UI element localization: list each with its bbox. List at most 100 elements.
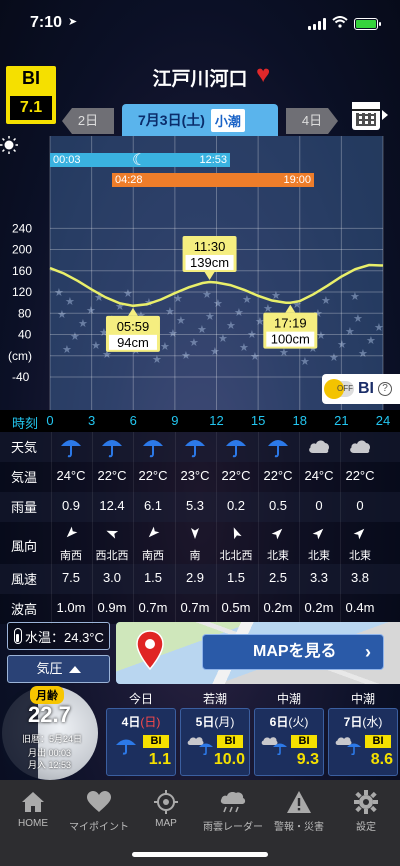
rain-value: 0.2 [226,498,246,513]
wind-arrow-icon [233,527,242,540]
sunrise-time: 04:28 [115,174,143,186]
hour-tick: 6 [129,413,137,428]
hour-tick: 3 [88,413,96,428]
rain-row-label: 雨量 [11,500,38,515]
hour-axis: 時刻 0 3 6 9 12 15 18 21 24 [0,410,400,432]
thermometer-icon [14,628,22,644]
star-decoration: ★ [86,305,96,317]
day-forecast-card[interactable]: 中潮 7日(水) BI 8.6 [328,688,398,780]
weather-row: 天気 [0,432,400,462]
location-arrow-icon: ➤ [68,16,78,28]
hour-tick: 12 [209,413,224,428]
nav-alerts[interactable]: 警報・災害 [266,790,332,833]
wind-speed-value: 1.5 [226,570,246,585]
view-map-button[interactable]: MAPを見る › [202,634,384,670]
star-decoration: ★ [65,296,75,308]
crescent-moon-icon: ☾ [132,152,147,169]
upcoming-days: 今日 4日(日) BI 1.1 若潮 5日(月) BI 10.0 中潮 6日(火) BI 9.3 中潮 7… [106,688,400,780]
y-tick-label: 240 [12,221,32,235]
wind-speed-row: 風速 7.5 3.0 1.5 2.9 1.5 2.5 3.3 3.8 [0,564,400,594]
wind-arrow-icon [191,528,199,539]
home-indicator [132,852,268,857]
nav-mypoint-label: マイポイント [69,822,129,833]
rain-value: 0 [315,498,323,513]
star-decoration: ★ [91,340,101,352]
star-decoration: ★ [337,339,347,351]
weather-row-label: 天気 [11,440,38,455]
temp-value: 22°C [221,468,251,483]
star-decoration: ★ [62,344,72,356]
star-decoration: ★ [213,298,223,310]
hour-tick: 0 [46,413,54,428]
hour-tick: 24 [375,413,391,428]
column-divider [216,432,217,462]
sun-time-bar: 04:28 19:00 [112,173,314,187]
chevron-right-icon: › [365,642,371,662]
next-day-tab[interactable]: 4日 [286,108,338,134]
water-temp-value: 水温：24.3°C [25,629,104,645]
day-bi-value: 10.0 [213,751,245,768]
signal-icon [308,17,326,30]
day-weekday: (日) [140,715,161,729]
bi-toggle-switch[interactable]: OFF [324,379,354,399]
calendar-icon[interactable] [352,102,380,130]
day-forecast-card[interactable]: 中潮 6日(火) BI 9.3 [254,688,324,780]
star-decoration: ★ [353,313,363,325]
cloud-icon [309,440,329,453]
star-decoration: ★ [239,342,249,354]
day-number: 6日 [269,715,289,729]
day-date: 6日(火) [255,713,323,730]
star-decoration: ★ [165,306,175,318]
temp-value: 24°C [56,468,86,483]
wave-value: 0.7m [138,600,168,615]
status-time: 7:10 [30,14,63,31]
column-divider [340,432,341,462]
wave-value: 0.2m [304,600,334,615]
help-icon[interactable]: ? [378,382,392,396]
nav-settings[interactable]: 設定 [333,790,399,833]
day-bi-value: 1.1 [148,751,171,768]
wind-arrow-icon [271,528,283,540]
hour-tick: 18 [292,413,307,428]
hour-tick: 15 [250,413,266,428]
annotation-time: 11:30 [194,239,226,254]
column-divider [133,432,134,462]
column-divider [92,432,93,462]
nav-rain-radar[interactable]: 雨雲レーダー [200,790,266,833]
star-decoration: ★ [202,289,212,301]
day-forecast-card[interactable]: 若潮 5日(月) BI 10.0 [180,688,250,780]
wave-value: 0.9m [97,600,127,615]
bi-toggle[interactable]: OFF BI ? [322,374,400,404]
wind-speed-value: 2.9 [185,570,205,585]
day-forecast-card[interactable]: 今日 4日(日) BI 1.1 [106,688,176,780]
nav-mypoint[interactable]: マイポイント [66,790,132,833]
moon-age-panel[interactable]: 月齢 22.7 旧暦：5月24日 月出 00:03 月入 12:53 [0,684,104,780]
star-decoration: ★ [316,330,326,342]
day-tide-label: 中潮 [350,692,375,706]
day-card-body: 4日(日) BI 1.1 [106,708,176,776]
tide-chart: ★ ★ ★ ★ ★ ★ ★ ★ ★ ★ ★ ★ ★ ★ ★ ★ ★ ★ ★ ★ ★ ★ ★ ★ ★ ★ ★ ★ ★ ★ ★ ★ ★ ★ ★ ★ ★ ★ ★ ★… [0,136,400,411]
nav-alerts-label: 警報・災害 [274,822,324,833]
battery-icon [354,17,381,30]
prev-day-tab[interactable]: 2日 [62,108,114,134]
current-day-tab[interactable]: 7月3日(土) 小潮 [122,104,278,136]
star-decoration: ★ [358,348,368,360]
heart-icon[interactable]: ♥ [256,61,270,89]
temp-value: 22°C [263,468,293,483]
y-tick-label: 120 [12,285,32,299]
status-bar: 7:10 ➤ [0,0,400,48]
wind-speed-value: 7.5 [61,570,81,585]
y-tick-label: (cm) [8,349,32,363]
star-decoration: ★ [123,288,133,300]
day-tide-label: 今日 [128,692,153,706]
nav-map[interactable]: MAP [133,790,199,829]
moonset-text: 月入 12:53 [28,760,72,770]
pressure-button[interactable]: 気圧 [7,655,110,683]
column-divider [51,432,52,462]
calendar-arrow-icon[interactable] [382,110,388,120]
nav-home[interactable]: HOME [0,790,66,829]
day-number: 5日 [195,715,215,729]
map-preview[interactable]: MAPを見る › [116,622,400,684]
wind-arrow-icon [66,526,78,538]
umbrella-icon [185,440,205,458]
